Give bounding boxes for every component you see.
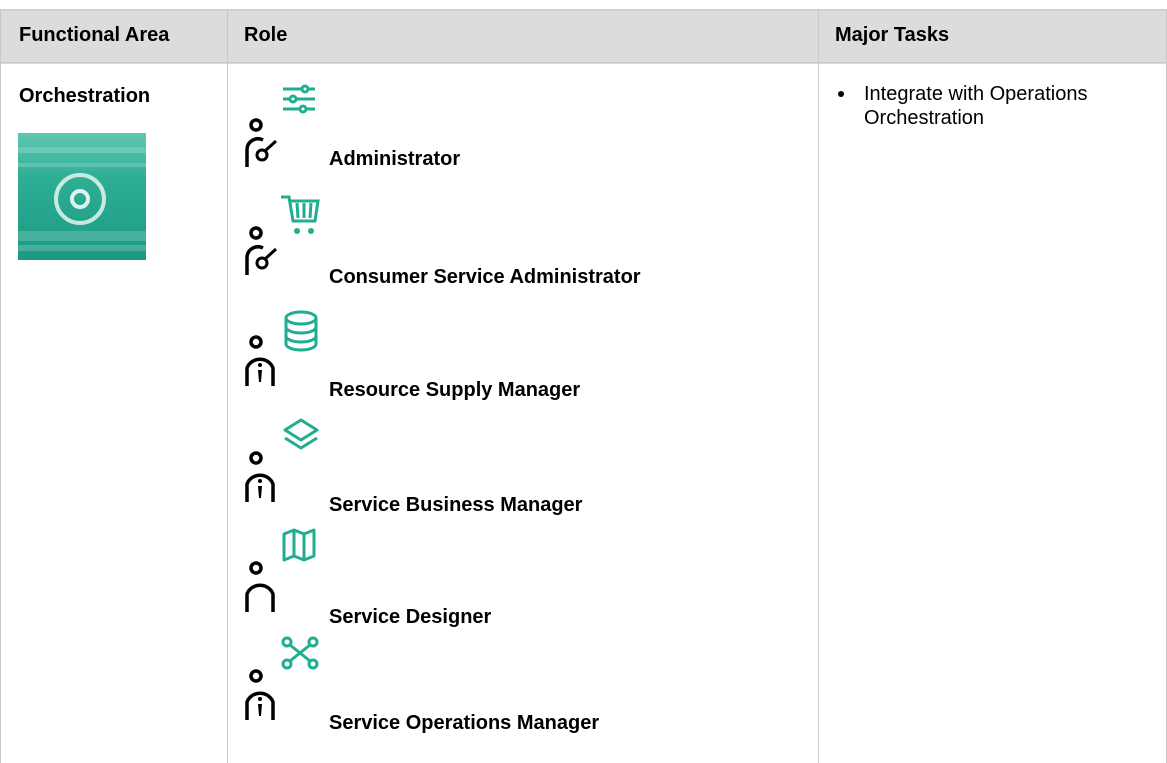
- column-border-area-role: [227, 9, 228, 763]
- header-major-tasks: Major Tasks: [835, 24, 950, 46]
- person-tie-icon: [245, 451, 275, 502]
- database-icon: [284, 310, 318, 352]
- header-functional-area: Functional Area: [19, 24, 170, 46]
- role-name: Administrator: [329, 148, 461, 170]
- role-name: Consumer Service Administrator: [329, 266, 641, 288]
- map-icon: [282, 528, 316, 562]
- layers-icon: [283, 418, 319, 450]
- person-tie-icon: [245, 669, 275, 720]
- column-border-left: [0, 9, 1, 763]
- role-name: Resource Supply Manager: [329, 379, 581, 401]
- major-tasks-list: Integrate with Operations Orchestration: [836, 82, 1156, 130]
- task-text: Integrate with Operations Orchestration: [864, 83, 1088, 129]
- role-name: Service Business Manager: [329, 494, 583, 516]
- functional-area-name: Orchestration: [19, 85, 151, 107]
- orchestration-image: [18, 133, 146, 260]
- header-divider: [0, 62, 1167, 63]
- header-role: Role: [244, 24, 288, 46]
- role-name: Service Operations Manager: [329, 712, 600, 734]
- person-plain-icon: [245, 561, 275, 612]
- person-tie-icon: [245, 335, 275, 386]
- column-border-role-tasks: [818, 9, 819, 763]
- person-dial-icon: [245, 226, 278, 275]
- gear-icon: [70, 189, 90, 209]
- network-icon: [281, 636, 319, 670]
- sliders-icon: [283, 84, 315, 114]
- role-name: Service Designer: [329, 606, 492, 628]
- cart-icon: [281, 195, 320, 234]
- bullet-icon: [838, 91, 844, 97]
- roles-table: Functional Area Role Major Tasks Orchest…: [0, 0, 1167, 763]
- list-item: Integrate with Operations Orchestration: [836, 82, 1156, 130]
- person-dial-icon: [245, 118, 278, 167]
- table-header-row: [0, 9, 1167, 64]
